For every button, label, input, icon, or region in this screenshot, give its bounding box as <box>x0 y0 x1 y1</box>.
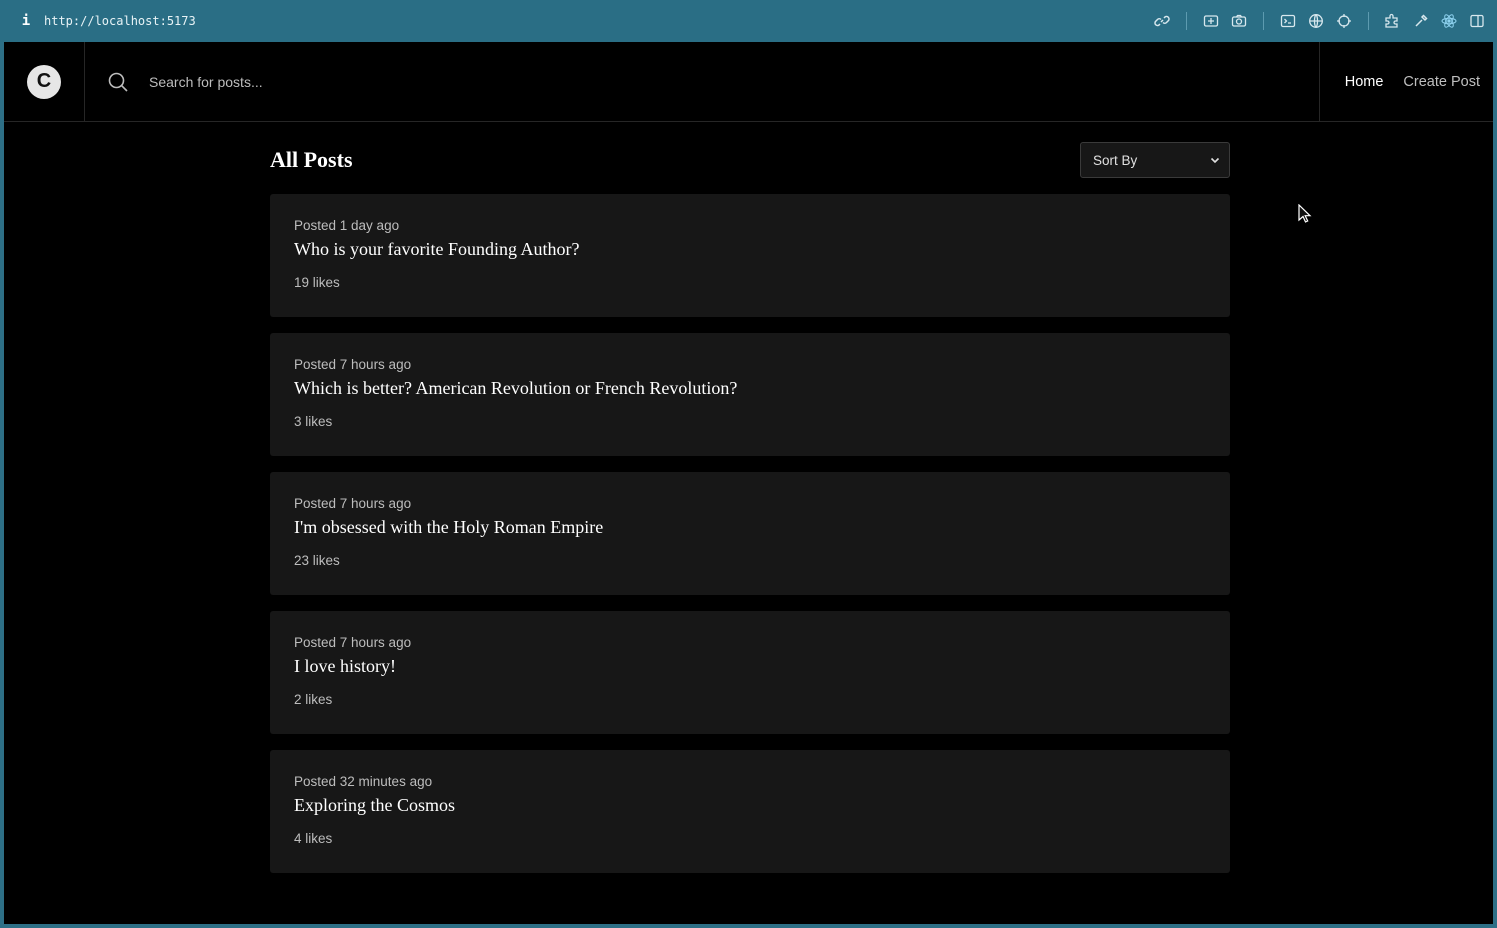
post-card[interactable]: Posted 7 hours ago Which is better? Amer… <box>270 333 1230 456</box>
globe-icon[interactable] <box>1306 11 1326 31</box>
nav-create-post-link[interactable]: Create Post <box>1403 74 1480 90</box>
post-card[interactable]: Posted 7 hours ago I'm obsessed with the… <box>270 472 1230 595</box>
post-title[interactable]: Which is better? American Revolution or … <box>294 378 1206 399</box>
post-likes: 4 likes <box>294 831 333 846</box>
post-timestamp: Posted 1 day ago <box>294 218 400 233</box>
link-icon[interactable] <box>1152 11 1172 31</box>
search-icon <box>107 71 129 93</box>
screenshot-icon[interactable] <box>1201 11 1221 31</box>
crosshair-icon[interactable] <box>1334 11 1354 31</box>
app-viewport: C Home Create Post All Posts Sort By Pos… <box>4 42 1493 924</box>
post-likes: 2 likes <box>294 692 333 707</box>
nav-home-link[interactable]: Home <box>1345 74 1384 90</box>
post-timestamp: Posted 7 hours ago <box>294 357 412 372</box>
terminal-icon[interactable] <box>1278 11 1298 31</box>
search-bar <box>85 42 1319 121</box>
post-likes: 19 likes <box>294 275 340 290</box>
post-card[interactable]: Posted 1 day ago Who is your favorite Fo… <box>270 194 1230 317</box>
url-bar[interactable]: http://localhost:5173 <box>44 14 196 28</box>
post-likes: 3 likes <box>294 414 333 429</box>
logo-container: C <box>4 42 85 121</box>
post-title[interactable]: I'm obsessed with the Holy Roman Empire <box>294 517 1206 538</box>
extension-icon[interactable] <box>1383 11 1403 31</box>
post-likes: 23 likes <box>294 553 340 568</box>
browser-toolbar: i http://localhost:5173 <box>0 0 1497 42</box>
post-title[interactable]: Who is your favorite Founding Author? <box>294 239 1206 260</box>
react-icon[interactable] <box>1439 11 1459 31</box>
post-timestamp: Posted 32 minutes ago <box>294 774 433 789</box>
mouse-cursor-icon <box>1298 203 1312 224</box>
main-nav: Home Create Post <box>1319 42 1493 121</box>
eyedropper-icon[interactable] <box>1411 11 1431 31</box>
search-input[interactable] <box>149 66 749 97</box>
logo[interactable]: C <box>27 64 61 99</box>
feed-header: All Posts Sort By <box>270 122 1230 194</box>
toolbar-divider <box>1186 12 1187 30</box>
page-title: All Posts <box>270 147 353 172</box>
info-icon[interactable]: i <box>18 13 34 29</box>
sort-select-label: Sort By <box>1093 152 1138 168</box>
posts-feed: All Posts Sort By Posted 1 day ago Who i… <box>270 122 1230 889</box>
post-title[interactable]: I love history! <box>294 656 1206 677</box>
post-card[interactable]: Posted 32 minutes ago Exploring the Cosm… <box>270 750 1230 873</box>
chevron-down-icon <box>1209 154 1221 166</box>
browser-tools <box>1144 0 1487 42</box>
app-header: C Home Create Post <box>4 42 1493 122</box>
sort-select[interactable]: Sort By <box>1080 142 1230 178</box>
post-timestamp: Posted 7 hours ago <box>294 496 412 511</box>
toolbar-divider <box>1368 12 1369 30</box>
sidebar-icon[interactable] <box>1467 11 1487 31</box>
post-timestamp: Posted 7 hours ago <box>294 635 412 650</box>
post-title[interactable]: Exploring the Cosmos <box>294 795 1206 816</box>
camera-icon[interactable] <box>1229 11 1249 31</box>
toolbar-divider <box>1263 12 1264 30</box>
post-card[interactable]: Posted 7 hours ago I love history! 2 lik… <box>270 611 1230 734</box>
